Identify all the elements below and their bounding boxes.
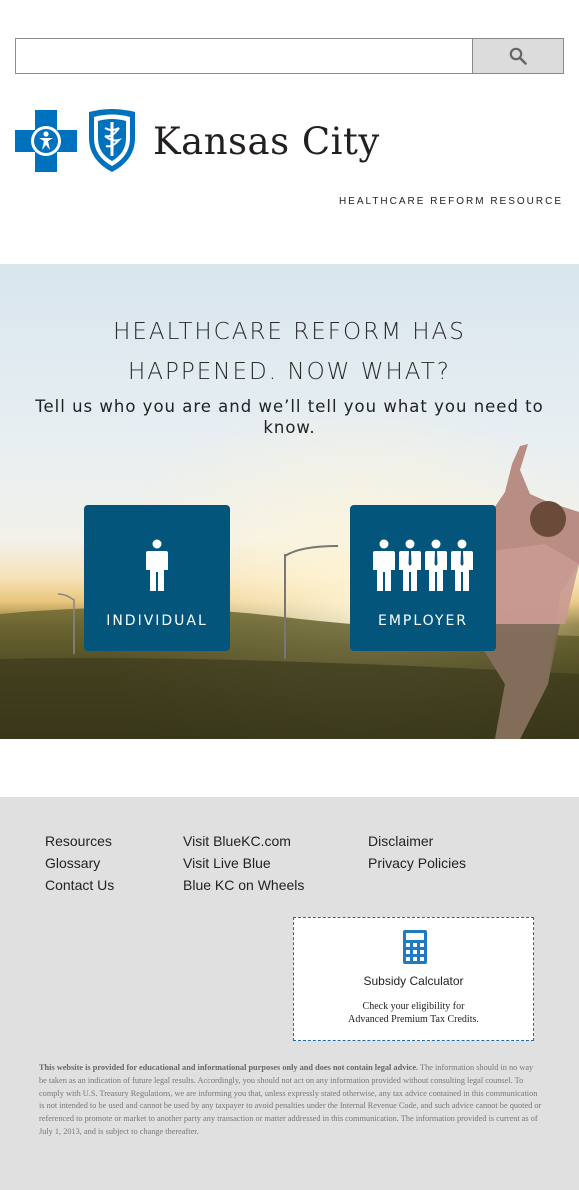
brand-name: Kansas City (153, 119, 380, 163)
disclaimer-text: The information should in no way be take… (39, 1063, 542, 1136)
footer-links-col3: Disclaimer Privacy Policies (368, 830, 466, 874)
footer-links-col1: Resources Glossary Contact Us (45, 830, 114, 896)
site-tagline: HEALTHCARE REFORM RESOURCE (338, 196, 563, 207)
group-icon (373, 539, 473, 591)
search-button[interactable] (472, 39, 563, 73)
search-icon (509, 47, 527, 65)
calculator-description: Check your eligibility for Advanced Prem… (294, 1000, 533, 1026)
footer-link-blue-kc-on-wheels[interactable]: Blue KC on Wheels (183, 874, 304, 896)
footer-links-col2: Visit BlueKC.com Visit Live Blue Blue KC… (183, 830, 304, 896)
hero-subtitle: Tell us who you are and we’ll tell you w… (35, 397, 544, 437)
search-input[interactable] (16, 39, 472, 73)
calculator-desc-line1: Check your eligibility for (362, 1001, 465, 1012)
footer-link-glossary[interactable]: Glossary (45, 852, 114, 874)
subsidy-calculator-card[interactable]: Subsidy Calculator Check your eligibilit… (293, 917, 534, 1041)
legal-disclaimer: This website is provided for educational… (39, 1062, 542, 1139)
footer-link-live-blue[interactable]: Visit Live Blue (183, 852, 304, 874)
person-icon (146, 539, 168, 591)
calculator-title: Subsidy Calculator (363, 974, 464, 988)
calculator-desc-line2: Advanced Premium Tax Credits. (348, 1014, 479, 1025)
footer-link-disclaimer[interactable]: Disclaimer (368, 830, 466, 852)
blue-shield-icon (89, 109, 135, 172)
footer-link-bluekc[interactable]: Visit BlueKC.com (183, 830, 304, 852)
footer-link-contact-us[interactable]: Contact Us (45, 874, 114, 896)
hero-title: HEALTHCARE REFORM HAS HAPPENED. NOW WHAT… (0, 312, 579, 392)
individual-button[interactable]: INDIVIDUAL (84, 505, 230, 651)
hero-title-line1: HEALTHCARE REFORM HAS (113, 319, 466, 345)
footer-link-resources[interactable]: Resources (45, 830, 114, 852)
footer-link-privacy-policies[interactable]: Privacy Policies (368, 852, 466, 874)
individual-label: INDIVIDUAL (106, 613, 208, 629)
search-bar (15, 38, 564, 74)
calculator-icon (403, 930, 427, 964)
blue-cross-icon (15, 110, 77, 172)
brand-logo[interactable]: Kansas City (15, 108, 380, 174)
disclaimer-bold: This website is provided for educational… (39, 1063, 419, 1072)
hero-banner: HEALTHCARE REFORM HAS HAPPENED. NOW WHAT… (0, 264, 579, 739)
footer: Resources Glossary Contact Us Visit Blue… (0, 797, 579, 1190)
employer-label: EMPLOYER (377, 613, 469, 629)
employer-button[interactable]: EMPLOYER (350, 505, 496, 651)
hero-title-line2: HAPPENED. NOW WHAT? (128, 359, 451, 385)
